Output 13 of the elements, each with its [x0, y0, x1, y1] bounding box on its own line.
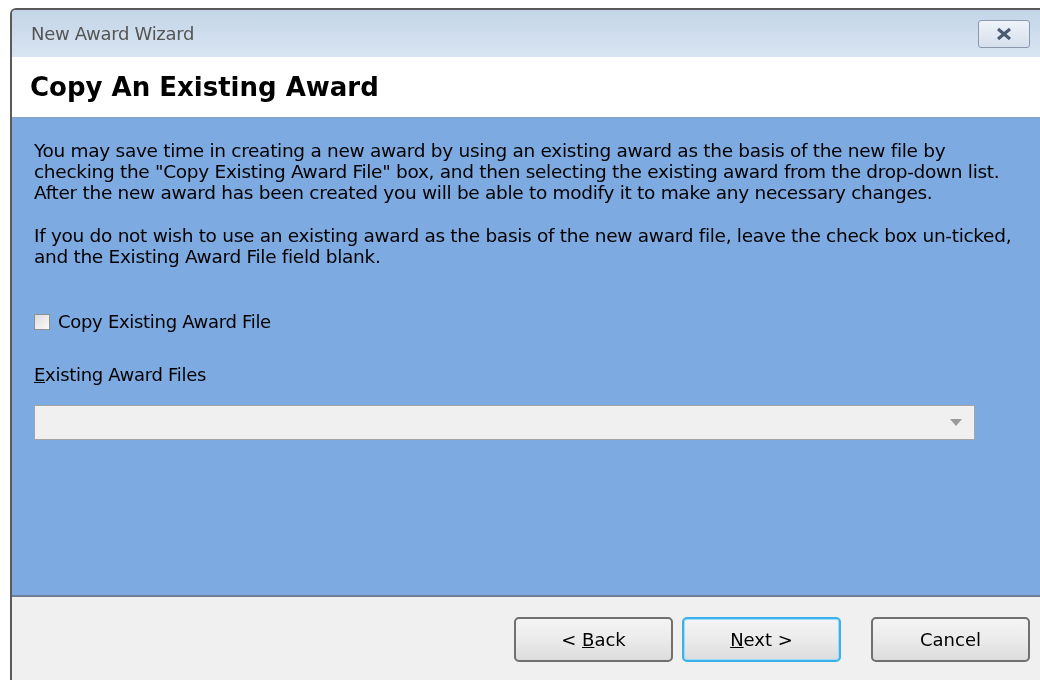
close-icon: [995, 26, 1013, 41]
window-title: New Award Wizard: [31, 23, 195, 44]
next-button[interactable]: Next >: [682, 617, 841, 662]
checkbox[interactable]: [34, 313, 50, 330]
back-button[interactable]: < Back: [514, 617, 673, 662]
checkbox-label: Copy Existing Award File: [58, 311, 271, 332]
close-button[interactable]: [978, 19, 1030, 48]
field-label: Existing Award Files: [34, 364, 207, 385]
instruction-text: You may save time in creating a new award by using an existing award as the basis of the new file by checking the "Copy Existing Award File" box, and then selecting the existing award from the drop-down list. After the new award has been created you will be able to modify it to make any necessary changes.: [34, 140, 1001, 203]
page-heading: Copy An Existing Award: [30, 72, 379, 102]
instruction-text: If you do not wish to use an existing award as the basis of the new award file, leave the check box un-ticked, and the Existing Award File field blank.: [34, 225, 1013, 267]
dropdown-arrow-icon: [950, 419, 962, 426]
cancel-button[interactable]: Cancel: [871, 617, 1030, 662]
